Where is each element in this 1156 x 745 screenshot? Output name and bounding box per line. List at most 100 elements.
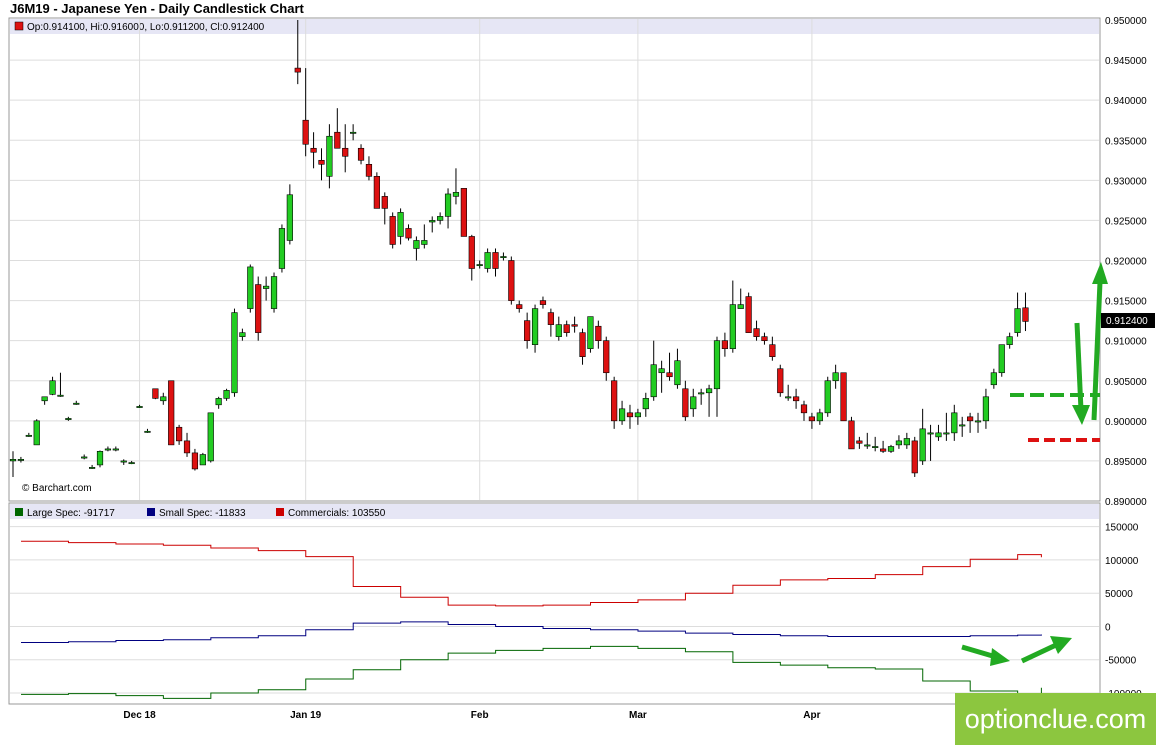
candle-body [713,340,721,390]
price-tick-label: 0.905000 [1105,377,1147,388]
candle [848,416,855,450]
candle-body [191,452,199,470]
cot-tick-label: -50000 [1105,656,1137,667]
candle [611,376,618,429]
candle-body [223,390,230,399]
candle-body [144,430,151,433]
legend-large-spec: Large Spec: -91717 [15,508,115,519]
candle-body [769,344,776,357]
candle-body [650,364,657,398]
candle-body [919,428,926,462]
candle-body [81,456,88,459]
ohlc-swatch [14,21,24,31]
candle-body [452,192,460,197]
candle-body [239,332,246,337]
candle-body [468,236,475,269]
candle-body [25,434,32,437]
candle-body [1014,308,1021,333]
candle-body [65,418,72,420]
candle-body [270,276,278,309]
candle-body [334,131,341,149]
candle-body [9,459,17,462]
legend-commercials: Commercials: 103550 [276,508,386,519]
candle-body [492,252,499,269]
x-tick-label: Mar [629,710,647,721]
candle-body [990,372,997,386]
candle-body [128,462,135,465]
candle-body [444,193,452,217]
candle-body [508,260,515,301]
candle [508,256,515,305]
legend-small-spec-label: Small Spec: -11833 [159,508,246,519]
candle-body [634,412,641,418]
candle [152,388,159,400]
candle-body [176,426,183,442]
price-tick-label: 0.935000 [1105,136,1147,147]
candle-body [587,316,594,349]
candle-body [848,420,855,450]
candle-body [263,285,270,289]
candle-body [872,446,879,448]
price-tick-label: 0.940000 [1105,96,1147,107]
candle [998,344,1005,377]
candle-body [286,194,293,241]
cot-tick-label: 0 [1105,622,1111,633]
candle-body [571,324,578,327]
candle-body [595,325,602,341]
candle-body [618,408,626,422]
candle-body [864,444,871,447]
price-tick-label: 0.945000 [1105,56,1147,67]
price-tick-label: 0.910000 [1105,337,1147,348]
candle [255,276,262,341]
candle-body [168,380,175,446]
candle [777,364,784,397]
candle-body [563,324,570,333]
candle-body [389,216,396,245]
candle-body [840,372,847,422]
candle-body [96,450,104,466]
candle-body [705,388,713,394]
candle-body [41,396,48,402]
candle-body [887,446,895,452]
candle-body [57,394,64,397]
candle-body [294,67,301,73]
candle-body [737,304,744,309]
copyright: © Barchart.com [22,483,92,494]
candle [824,376,831,417]
candle-body [247,266,254,309]
candle-body [73,402,80,405]
candle-body [642,398,649,410]
candle-body [413,240,420,249]
cot-tick-label: 150000 [1105,523,1139,534]
candle-body [951,412,958,434]
price-tick-label: 0.915000 [1105,297,1147,308]
candle-body [856,440,863,444]
x-axis: Dec 18 Jan 19 Feb Mar Apr [123,710,820,721]
candle-body [326,135,333,177]
candle-body [674,360,681,386]
candle-body [745,296,752,333]
candle-body [895,440,903,446]
candle-body [104,448,112,451]
x-tick-label: Jan 19 [290,710,322,721]
legend-commercials-label: Commercials: 103550 [288,508,386,519]
candle-body [460,188,467,237]
cot-panel [8,502,1101,705]
candle-body [1022,307,1029,322]
candle-body [658,368,665,374]
candle-body [682,388,689,418]
candle-body [539,300,547,305]
candle-body [373,176,380,209]
candle-body [405,228,412,239]
candle-body [160,396,167,402]
candle-body [381,196,388,209]
candle-body [199,454,206,466]
legend-small-spec: Small Spec: -11833 [147,508,246,519]
candle-body [690,396,697,410]
candle-body [903,438,910,446]
candle-body [721,340,728,349]
candle-body [729,304,736,349]
candle [33,419,40,446]
candle-body [136,406,143,408]
candle-body [524,320,531,341]
